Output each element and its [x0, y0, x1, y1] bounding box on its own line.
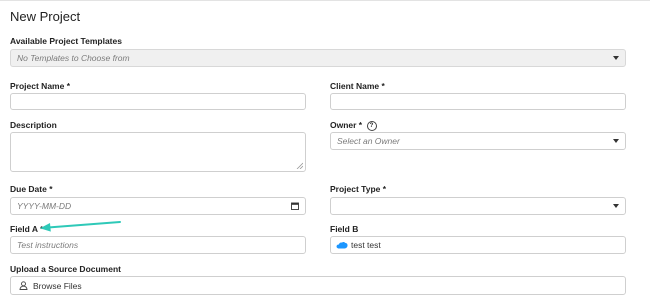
owner-label-wrap: Owner * ? [330, 120, 377, 131]
browse-files-label: Browse Files [33, 280, 82, 291]
upload-icon [19, 281, 28, 290]
chevron-down-icon [613, 139, 619, 143]
owner-placeholder: Select an Owner [337, 136, 400, 146]
field-a-label: Field A * [10, 224, 44, 234]
field-a-placeholder: Test instructions [17, 240, 79, 250]
field-b-value: test test [351, 240, 381, 250]
due-date-input[interactable]: YYYY-MM-DD [10, 197, 306, 215]
due-date-placeholder: YYYY-MM-DD [17, 201, 72, 211]
due-date-label: Due Date * [10, 184, 53, 194]
project-type-select[interactable] [330, 197, 626, 215]
salesforce-cloud-icon [336, 242, 348, 249]
templates-placeholder: No Templates to Choose from [17, 53, 130, 63]
field-b-label: Field B [330, 224, 359, 234]
project-name-input[interactable] [10, 93, 306, 110]
calendar-icon[interactable] [291, 202, 299, 210]
field-a-input[interactable]: Test instructions [10, 236, 306, 254]
page-title: New Project [10, 9, 81, 24]
owner-select[interactable]: Select an Owner [330, 132, 626, 150]
project-type-label: Project Type * [330, 184, 387, 194]
annotation-arrow-icon [40, 221, 121, 232]
field-b-input[interactable]: test test [330, 236, 626, 254]
client-name-input[interactable] [330, 93, 626, 110]
templates-select[interactable]: No Templates to Choose from [10, 49, 626, 67]
upload-label: Upload a Source Document [10, 264, 121, 274]
chevron-down-icon [613, 204, 619, 208]
description-textarea[interactable] [10, 132, 306, 172]
resize-grip-icon[interactable] [296, 162, 303, 169]
project-name-label: Project Name * [10, 81, 70, 91]
owner-label: Owner * [330, 120, 363, 130]
templates-label: Available Project Templates [10, 36, 122, 46]
description-label: Description [10, 120, 57, 130]
browse-files-button[interactable]: Browse Files [10, 276, 626, 295]
client-name-label: Client Name * [330, 81, 385, 91]
chevron-down-icon [613, 56, 619, 60]
top-divider [0, 0, 650, 1]
help-icon[interactable]: ? [366, 120, 377, 131]
